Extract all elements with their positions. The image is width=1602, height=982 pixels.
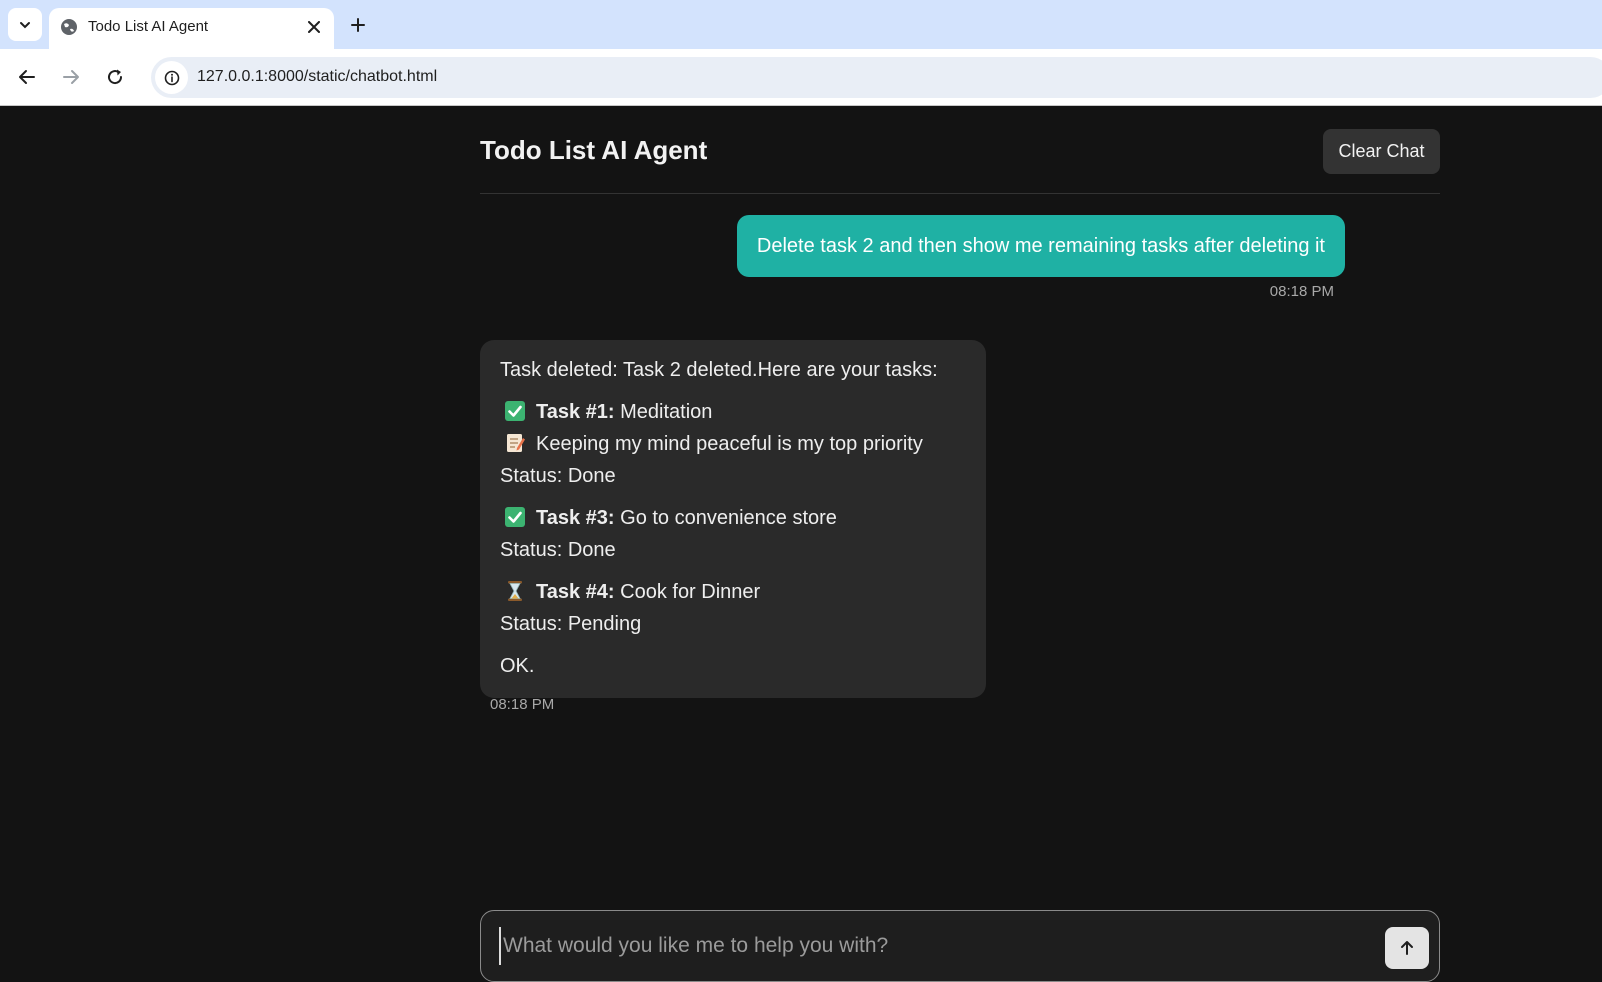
- bot-closing: OK.: [500, 655, 535, 677]
- url-text: 127.0.0.1:8000/static/chatbot.html: [197, 68, 438, 85]
- globe-icon: [61, 19, 77, 35]
- back-button[interactable]: [12, 62, 42, 92]
- user-message: Delete task 2 and then show me remaining…: [736, 215, 1345, 277]
- task-name: Cook for Dinner: [614, 581, 761, 603]
- hourglass-icon: [508, 581, 522, 601]
- browser-tab[interactable]: Todo List AI Agent: [49, 8, 334, 49]
- address-bar[interactable]: 127.0.0.1:8000/static/chatbot.html: [151, 57, 1602, 98]
- app-header: Todo List AI Agent Clear Chat: [480, 107, 1440, 194]
- check-mark-icon: [505, 401, 525, 421]
- user-message-time: 08:18 PM: [1269, 283, 1334, 300]
- reload-button[interactable]: [100, 62, 130, 92]
- task-item: Task #1: Meditation: [500, 396, 966, 428]
- task-note: Keeping my mind peaceful is my top prior…: [500, 428, 966, 460]
- chat-page: Todo List AI Agent Clear Chat Delete tas…: [0, 107, 1602, 982]
- tab-title: Todo List AI Agent: [88, 18, 209, 35]
- arrow-left-icon: [19, 70, 35, 84]
- task-status: Status: Pending: [500, 613, 642, 635]
- arrow-up-icon: [1401, 941, 1413, 955]
- bot-intro: Task deleted: Task 2 deleted.Here are yo…: [500, 359, 938, 381]
- task-note-text: Keeping my mind peaceful is my top prior…: [536, 433, 923, 455]
- task-name: Go to convenience store: [614, 507, 837, 529]
- close-icon: [308, 21, 320, 33]
- bot-message-time: 08:18 PM: [490, 696, 555, 713]
- clear-chat-button[interactable]: Clear Chat: [1323, 129, 1440, 174]
- send-button[interactable]: [1385, 927, 1429, 969]
- plus-icon: [351, 18, 365, 32]
- info-icon: [164, 70, 179, 85]
- task-item: Task #4: Cook for Dinner: [500, 576, 966, 608]
- check-mark-icon: [505, 507, 525, 527]
- browser-toolbar: 127.0.0.1:8000/static/chatbot.html: [0, 49, 1602, 106]
- memo-icon: [507, 434, 525, 452]
- task-name: Meditation: [614, 401, 713, 423]
- tab-search-button[interactable]: [8, 8, 42, 41]
- chevron-down-icon: [20, 21, 30, 28]
- composer: [480, 910, 1440, 982]
- forward-button[interactable]: [56, 62, 86, 92]
- reload-icon: [108, 69, 123, 85]
- message-input[interactable]: [499, 927, 1359, 965]
- tab-close-button[interactable]: [304, 17, 324, 37]
- task-status: Status: Done: [500, 465, 616, 487]
- task-label: Task #4:: [536, 581, 615, 603]
- site-info-button[interactable]: [155, 61, 188, 94]
- new-tab-button[interactable]: [346, 13, 370, 37]
- bot-message: Task deleted: Task 2 deleted.Here are yo…: [480, 340, 986, 698]
- task-label: Task #3:: [536, 507, 615, 529]
- task-item: Task #3: Go to convenience store: [500, 502, 966, 534]
- browser-tabstrip: Todo List AI Agent: [0, 0, 1602, 49]
- task-status: Status: Done: [500, 539, 616, 561]
- arrow-right-icon: [63, 70, 79, 84]
- page-title: Todo List AI Agent: [480, 135, 708, 165]
- task-label: Task #1:: [536, 401, 615, 423]
